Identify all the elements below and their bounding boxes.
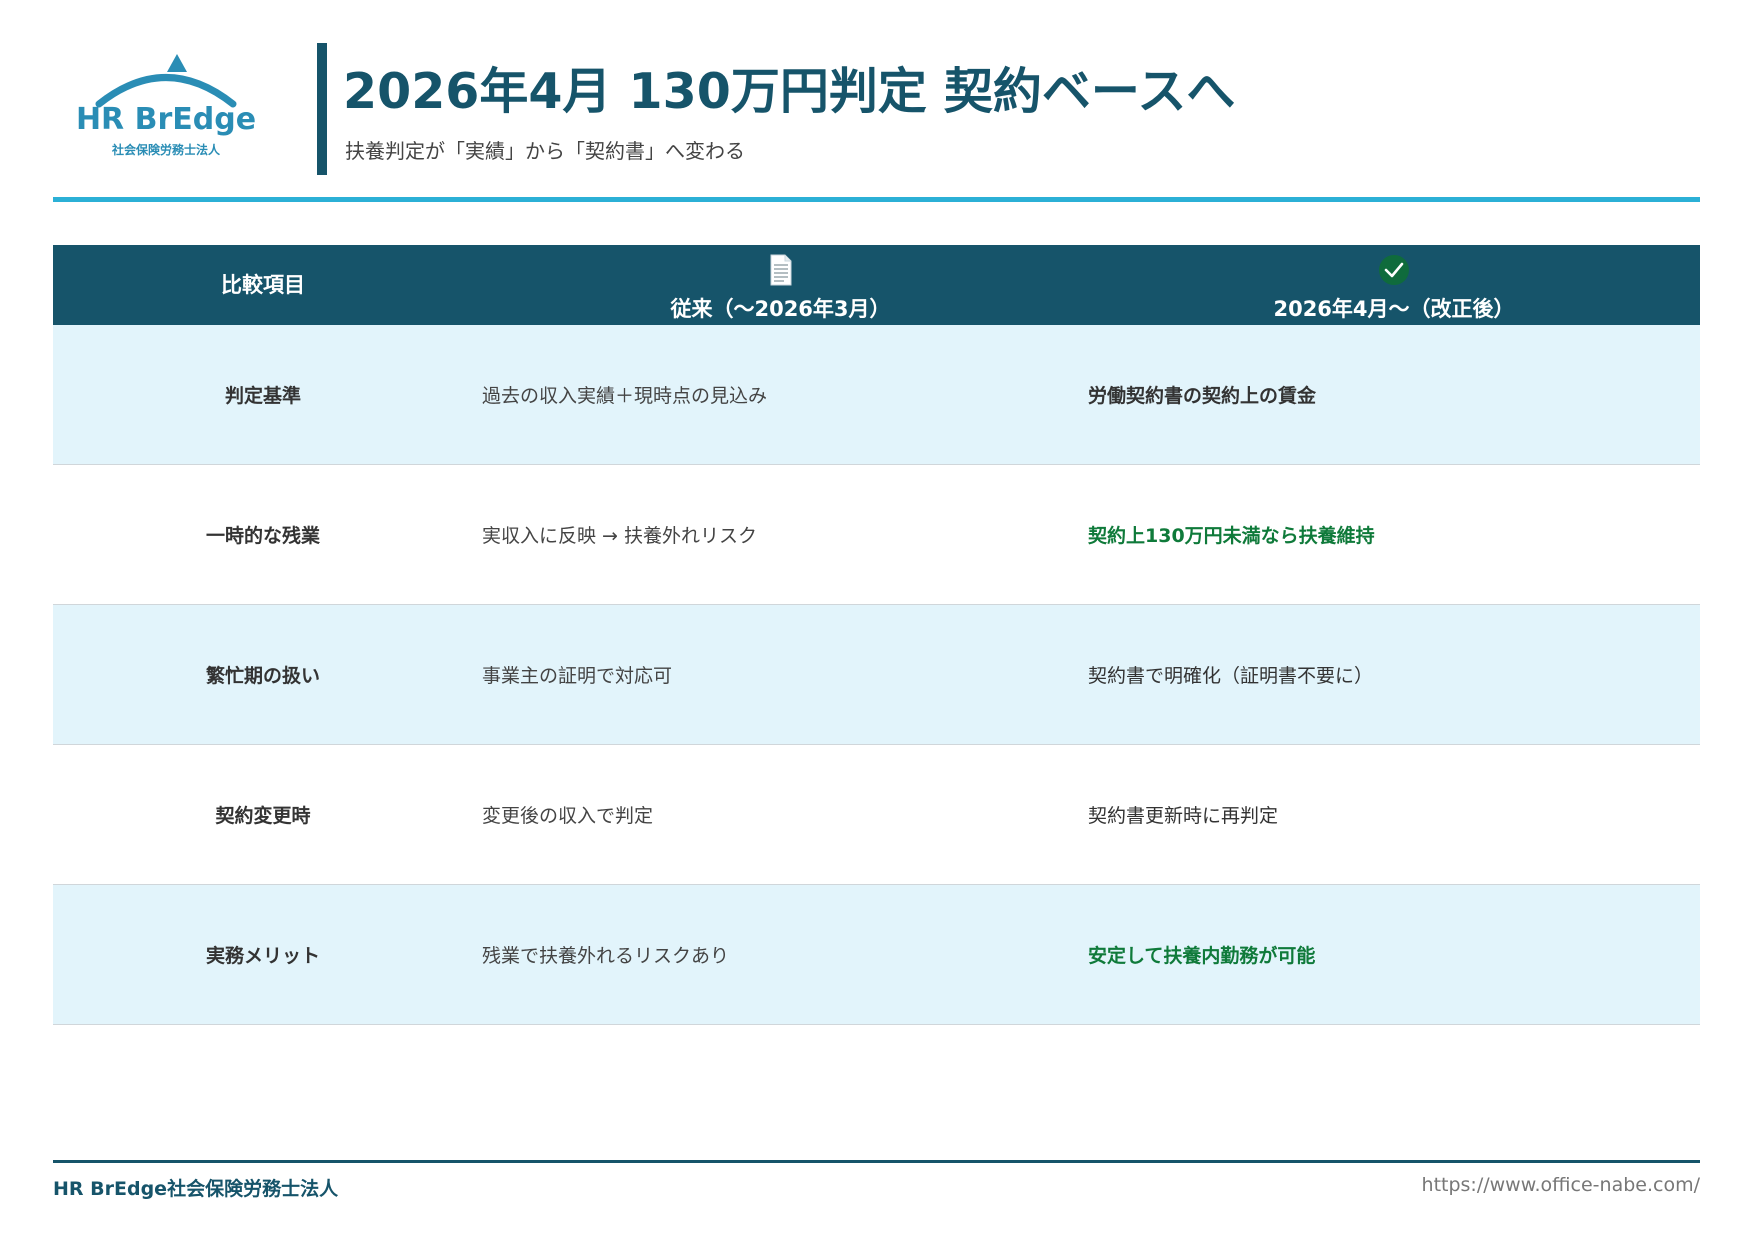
table-row: 実務メリット 残業で扶養外れるリスクあり 安定して扶養内勤務が可能: [53, 884, 1700, 1025]
row-item: 一時的な残業: [53, 464, 473, 605]
table-row: 一時的な残業 実収入に反映 → 扶養外れリスク 契約上130万円未満なら扶養維持: [53, 464, 1700, 605]
row-new: 契約書更新時に再判定: [1088, 744, 1700, 885]
row-old: 事業主の証明で対応可: [473, 604, 1088, 745]
page-subtitle: 扶養判定が「実績」から「契約書」へ変わる: [345, 139, 745, 163]
header-new: 2026年4月〜（改正後）: [1088, 245, 1700, 325]
page-title: 2026年4月 130万円判定 契約ベースへ: [343, 63, 1236, 120]
row-old: 過去の収入実績＋現時点の見込み: [473, 325, 1088, 465]
company-logo: HR BrEdge 社会保険労務士法人: [71, 46, 261, 157]
logo-subtitle: 社会保険労務士法人: [111, 143, 220, 157]
row-old: 変更後の収入で判定: [473, 744, 1088, 885]
table-row: 契約変更時 変更後の収入で判定 契約書更新時に再判定: [53, 744, 1700, 885]
header-old-label: 従来（〜2026年3月）: [670, 297, 891, 321]
row-item: 判定基準: [53, 325, 473, 465]
row-new: 契約書で明確化（証明書不要に）: [1088, 604, 1700, 745]
logo-name: HR BrEdge: [75, 102, 257, 137]
row-new: 契約上130万円未満なら扶養維持: [1088, 464, 1700, 605]
comparison-table: 比較項目 従来（〜2026年3月） 2026年4月〜（改正後） 判定基準 過去の…: [53, 245, 1700, 1025]
row-item: 実務メリット: [53, 884, 473, 1025]
table-row: 判定基準 過去の収入実績＋現時点の見込み 労働契約書の契約上の賃金: [53, 325, 1700, 465]
row-new: 安定して扶養内勤務が可能: [1088, 884, 1700, 1025]
footer-url[interactable]: https://www.office-nabe.com/: [1422, 1174, 1700, 1196]
row-item: 契約変更時: [53, 744, 473, 885]
header-old: 従来（〜2026年3月）: [473, 245, 1088, 325]
row-old: 実収入に反映 → 扶養外れリスク: [473, 464, 1088, 605]
check-circle-icon: [1379, 255, 1409, 285]
header-item-label: 比較項目: [221, 273, 305, 297]
header-new-label: 2026年4月〜（改正後）: [1273, 297, 1515, 321]
row-item: 繁忙期の扱い: [53, 604, 473, 745]
title-accent-bar: [317, 43, 327, 175]
row-new: 労働契約書の契約上の賃金: [1088, 325, 1700, 465]
table-row: 繁忙期の扱い 事業主の証明で対応可 契約書で明確化（証明書不要に）: [53, 604, 1700, 745]
header-divider: [53, 197, 1700, 202]
footer-divider: [53, 1160, 1700, 1163]
header: HR BrEdge 社会保険労務士法人 2026年4月 130万円判定 契約ベー…: [53, 40, 1700, 200]
footer-company-name: HR BrEdge社会保険労務士法人: [53, 1178, 339, 1200]
document-icon: [770, 254, 791, 286]
row-old: 残業で扶養外れるリスクあり: [473, 884, 1088, 1025]
table-header-row: 比較項目 従来（〜2026年3月） 2026年4月〜（改正後）: [53, 245, 1700, 325]
header-item: 比較項目: [53, 245, 473, 325]
